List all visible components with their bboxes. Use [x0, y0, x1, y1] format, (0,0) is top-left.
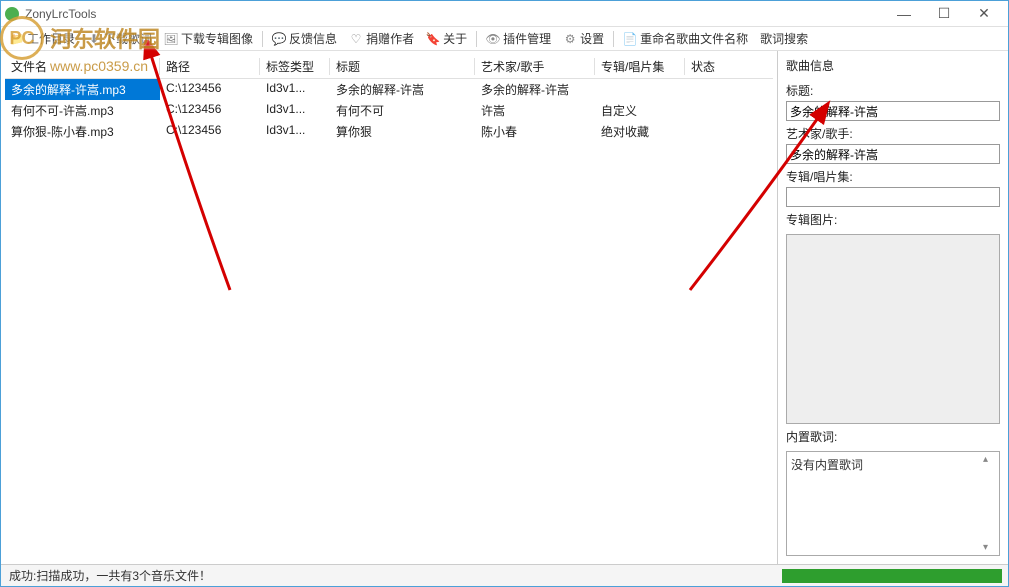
heart-icon: ♡	[349, 32, 363, 46]
lyric-scrollbar[interactable]: ▴▾	[983, 454, 997, 553]
toolbar-label: 工作目录	[27, 30, 75, 47]
toolbar-heart[interactable]: ♡捐赠作者	[344, 28, 419, 49]
title-label: 标题:	[786, 82, 1000, 99]
toolbar-label: 设置	[580, 30, 604, 47]
toolbar-folder[interactable]: 📁工作目录	[5, 28, 80, 49]
toolbar-label: 插件管理	[503, 30, 551, 47]
table-cell	[685, 121, 745, 142]
eye-icon: 👁	[486, 32, 500, 46]
toolbar: 📁工作目录⬇下载歌词🖼下载专辑图像💬反馈信息♡捐赠作者🔖关于👁插件管理⚙设置📄重…	[1, 27, 1008, 51]
toolbar-label: 捐赠作者	[366, 30, 414, 47]
maximize-button[interactable]: ☐	[924, 1, 964, 27]
lyric-content: 没有内置歌词	[791, 458, 863, 472]
table-cell: 多余的解释-许嵩.mp3	[5, 79, 160, 100]
download-icon: ⬇	[87, 32, 101, 46]
toolbar-bookmark[interactable]: 🔖关于	[421, 28, 472, 49]
table-cell: Id3v1...	[260, 79, 330, 100]
toolbar-separator	[613, 31, 614, 47]
titlebar: ZonyLrcTools — ☐ ✕	[1, 1, 1008, 27]
table-cell: 有何不可	[330, 100, 475, 121]
column-header[interactable]: 专辑/唱片集	[595, 55, 685, 78]
toolbar-download[interactable]: ⬇下载歌词	[82, 28, 157, 49]
info-panel: 歌曲信息 标题: 艺术家/歌手: 专辑/唱片集: 专辑图片: 内置歌词: 没有内…	[778, 51, 1008, 564]
image-icon: 🖼	[164, 32, 178, 46]
title-input[interactable]	[786, 101, 1000, 121]
file-table: 文件名路径标签类型标题艺术家/歌手专辑/唱片集状态 多余的解释-许嵩.mp3C:…	[5, 55, 773, 560]
table-cell: 算你狠-陈小春.mp3	[5, 121, 160, 142]
table-cell: Id3v1...	[260, 100, 330, 121]
toolbar-label: 关于	[443, 30, 467, 47]
chat-icon: 💬	[272, 32, 286, 46]
table-cell: 许嵩	[475, 100, 595, 121]
table-cell: Id3v1...	[260, 121, 330, 142]
table-cell: 绝对收藏	[595, 121, 685, 142]
toolbar-item-12[interactable]: 歌词搜索	[755, 28, 813, 49]
toolbar-chat[interactable]: 💬反馈信息	[267, 28, 342, 49]
toolbar-label: 反馈信息	[289, 30, 337, 47]
toolbar-label: 重命名歌曲文件名称	[640, 30, 748, 47]
album-input[interactable]	[786, 187, 1000, 207]
albumart-box	[786, 234, 1000, 424]
table-cell: 陈小春	[475, 121, 595, 142]
close-button[interactable]: ✕	[964, 1, 1004, 27]
toolbar-separator	[262, 31, 263, 47]
toolbar-file[interactable]: 📄重命名歌曲文件名称	[618, 28, 753, 49]
table-cell	[595, 79, 685, 100]
gear-icon: ⚙	[563, 32, 577, 46]
lyric-label: 内置歌词:	[786, 428, 1000, 445]
table-cell: 算你狠	[330, 121, 475, 142]
table-cell	[685, 100, 745, 121]
table-cell: C:\123456	[160, 121, 260, 142]
folder-icon: 📁	[10, 32, 24, 46]
column-header[interactable]: 艺术家/歌手	[475, 55, 595, 78]
status-text: 成功:扫描成功，一共有3个音乐文件！	[1, 567, 219, 584]
toolbar-gear[interactable]: ⚙设置	[558, 28, 609, 49]
toolbar-label: 下载歌词	[104, 30, 152, 47]
table-row[interactable]: 算你狠-陈小春.mp3C:\123456Id3v1...算你狠陈小春绝对收藏	[5, 121, 773, 142]
albumart-label: 专辑图片:	[786, 211, 1000, 228]
toolbar-image[interactable]: 🖼下载专辑图像	[159, 28, 258, 49]
column-header[interactable]: 路径	[160, 55, 260, 78]
table-cell: 自定义	[595, 100, 685, 121]
toolbar-label: 歌词搜索	[760, 30, 808, 47]
lyric-box[interactable]: 没有内置歌词 ▴▾	[786, 451, 1000, 556]
file-icon: 📄	[623, 32, 637, 46]
column-header[interactable]: 标签类型	[260, 55, 330, 78]
progress-bar	[782, 569, 1002, 583]
table-row[interactable]: 多余的解释-许嵩.mp3C:\123456Id3v1...多余的解释-许嵩多余的…	[5, 79, 773, 100]
table-cell: C:\123456	[160, 100, 260, 121]
table-row[interactable]: 有何不可-许嵩.mp3C:\123456Id3v1...有何不可许嵩自定义	[5, 100, 773, 121]
minimize-button[interactable]: —	[884, 1, 924, 27]
toolbar-eye[interactable]: 👁插件管理	[481, 28, 556, 49]
artist-label: 艺术家/歌手:	[786, 125, 1000, 142]
statusbar: 成功:扫描成功，一共有3个音乐文件！	[1, 564, 1008, 586]
column-header[interactable]: 标题	[330, 55, 475, 78]
table-cell: 有何不可-许嵩.mp3	[5, 100, 160, 121]
bookmark-icon: 🔖	[426, 32, 440, 46]
column-header[interactable]: 文件名	[5, 55, 160, 78]
toolbar-label: 下载专辑图像	[181, 30, 253, 47]
app-icon	[5, 7, 19, 21]
column-header[interactable]: 状态	[685, 55, 745, 78]
artist-input[interactable]	[786, 144, 1000, 164]
toolbar-separator	[476, 31, 477, 47]
table-body: 多余的解释-许嵩.mp3C:\123456Id3v1...多余的解释-许嵩多余的…	[5, 79, 773, 142]
album-label: 专辑/唱片集:	[786, 168, 1000, 185]
window-title: ZonyLrcTools	[25, 7, 884, 21]
table-cell: 多余的解释-许嵩	[330, 79, 475, 100]
table-cell: C:\123456	[160, 79, 260, 100]
table-cell: 多余的解释-许嵩	[475, 79, 595, 100]
table-cell	[685, 79, 745, 100]
table-header: 文件名路径标签类型标题艺术家/歌手专辑/唱片集状态	[5, 55, 773, 79]
main-panel: 文件名路径标签类型标题艺术家/歌手专辑/唱片集状态 多余的解释-许嵩.mp3C:…	[1, 51, 778, 564]
info-heading: 歌曲信息	[786, 57, 1000, 74]
